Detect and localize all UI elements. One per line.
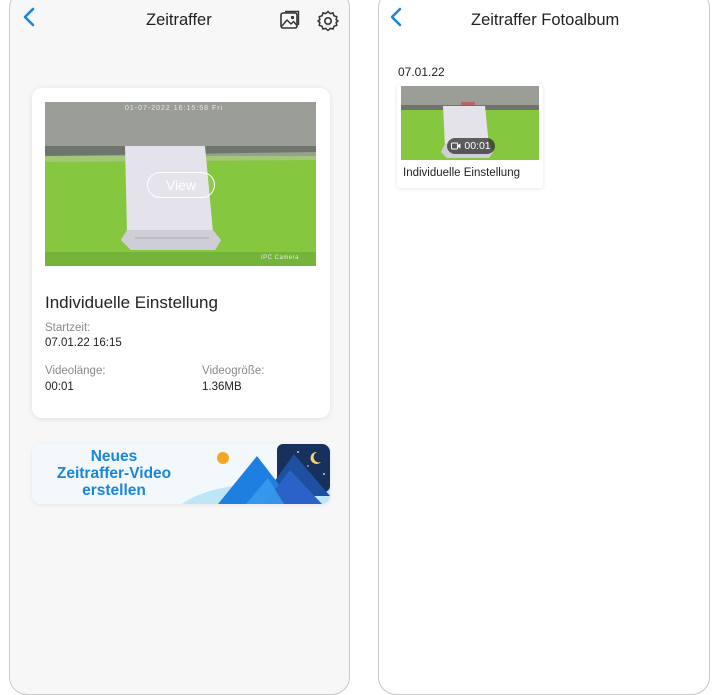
video-camera-icon (451, 142, 461, 150)
video-size-value: 1.36MB (202, 381, 242, 393)
back-arrow-icon[interactable] (383, 3, 411, 31)
timelapse-screen: Zeitraffer 01-07-2022 16:15:58 Fri IPC C… (9, 0, 350, 695)
duration-badge: 00:01 (447, 138, 495, 154)
timelapse-card: 01-07-2022 16:15:58 Fri IPC Camera View … (32, 88, 330, 418)
album-video-thumbnail: 00:01 (401, 86, 539, 160)
banner-line-2: Zeitraffer-Video (56, 465, 172, 482)
video-size-label: Videogröße: (202, 365, 265, 377)
page-title: Zeitraffer (146, 11, 212, 29)
preview-camera-label: IPC Camera (261, 255, 300, 261)
album-date-heading: 07.01.22 (398, 65, 445, 79)
back-arrow-icon[interactable] (16, 3, 44, 31)
view-button[interactable]: View (147, 172, 215, 198)
album-video-caption: Individuelle Einstellung (403, 167, 520, 179)
start-time-label: Startzeit: (45, 322, 91, 334)
settings-gear-icon[interactable] (316, 9, 340, 33)
banner-line-3: erstellen (82, 482, 146, 499)
video-preview[interactable]: 01-07-2022 16:15:58 Fri IPC Camera View (45, 102, 316, 266)
video-length-label: Videolänge: (45, 365, 106, 377)
timelapse-title: Individuelle Einstellung (45, 293, 218, 312)
preview-timestamp: 01-07-2022 16:15:58 Fri (125, 105, 224, 112)
gallery-icon[interactable] (278, 9, 302, 33)
timelapse-album-screen: Zeitraffer Fotoalbum 07.01.22 00:01 Indi… (378, 0, 710, 695)
album-video-item[interactable]: 00:01 Individuelle Einstellung (397, 84, 543, 188)
create-timelapse-banner[interactable]: Neues Zeitraffer-Video erstellen (32, 444, 330, 504)
banner-text: Neues Zeitraffer-Video erstellen (32, 448, 196, 499)
video-length-value: 00:01 (45, 381, 74, 393)
banner-line-1: Neues (90, 448, 138, 465)
duration-text: 00:01 (464, 140, 491, 152)
page-title: Zeitraffer Fotoalbum (471, 11, 620, 29)
start-time-value: 07.01.22 16:15 (45, 337, 122, 349)
